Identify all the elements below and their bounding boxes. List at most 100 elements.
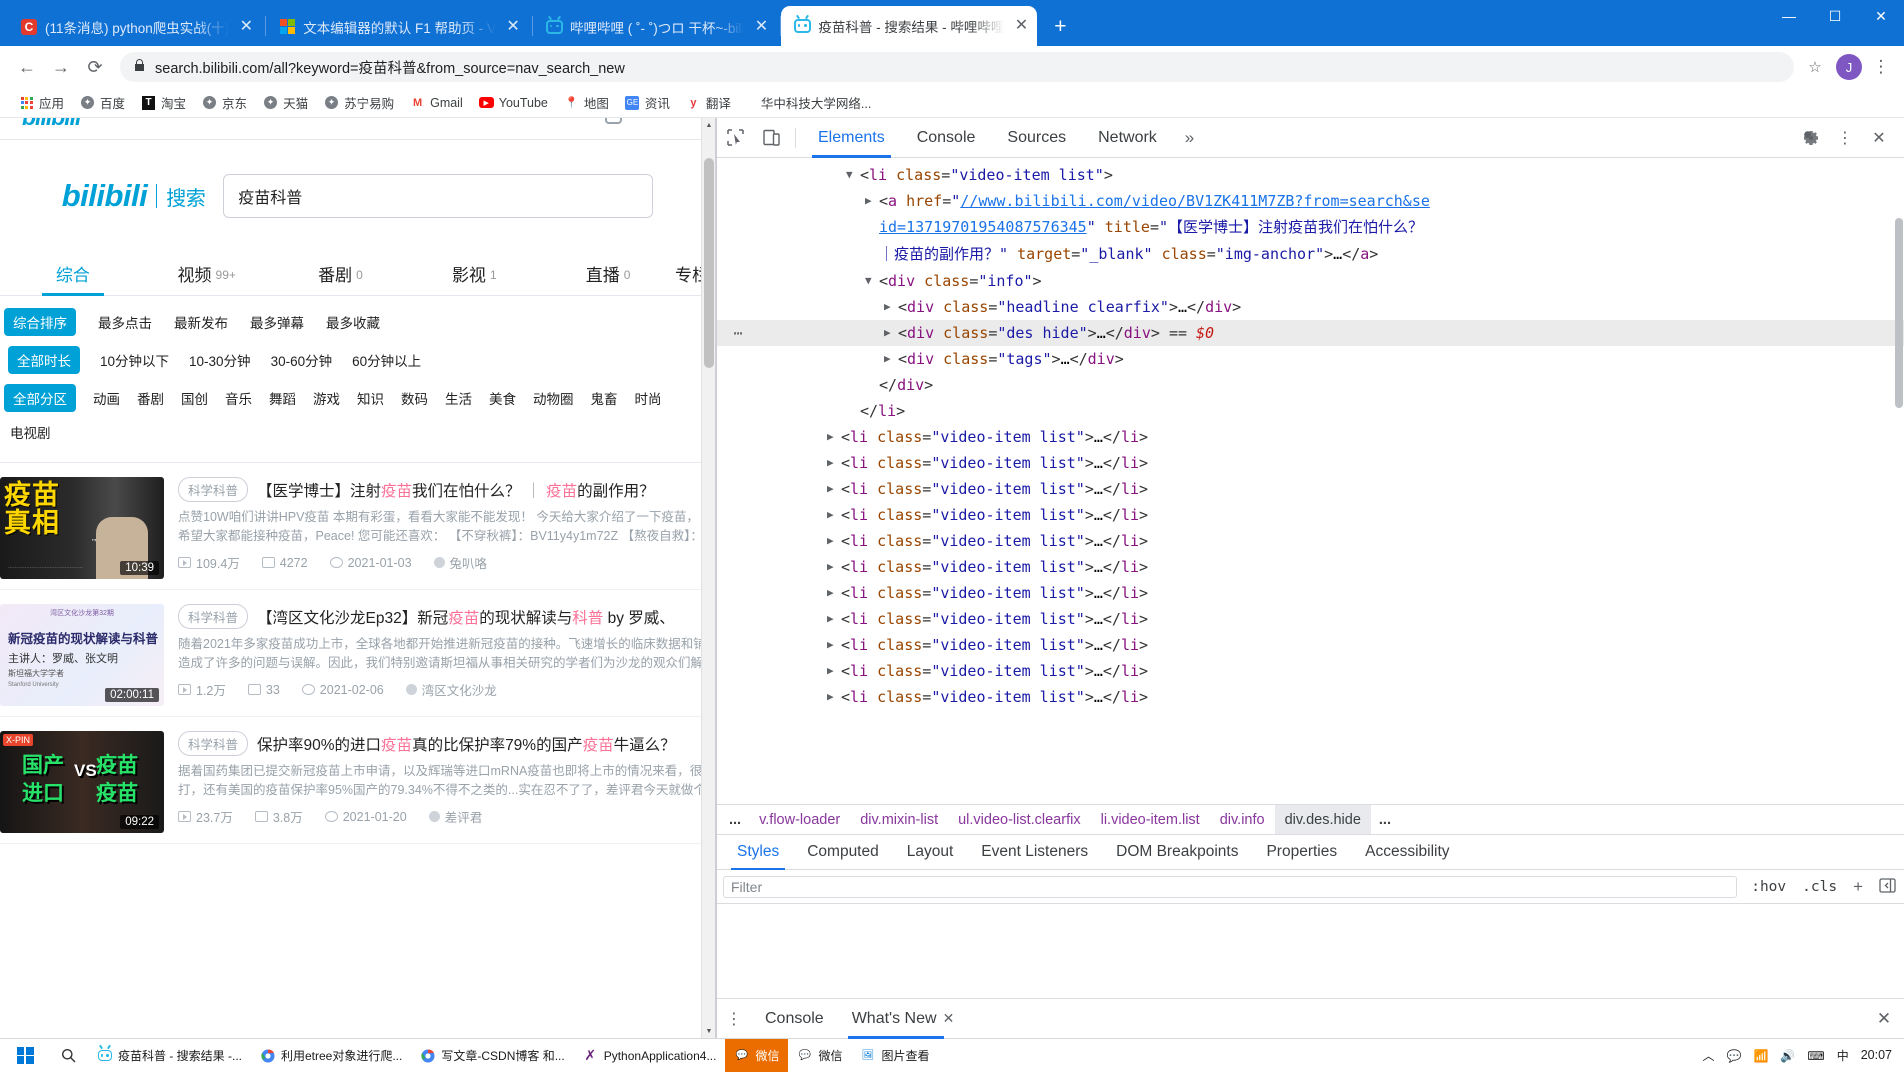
styles-filter-input[interactable]: Filter [723,875,1738,898]
devtools-scrollbar[interactable] [1894,158,1904,804]
new-style-rule-button[interactable]: + [1845,877,1871,897]
disclosure-triangle-icon[interactable]: ▶ [827,554,841,580]
breadcrumb-item-active[interactable]: div.des.hide [1274,805,1371,834]
back-button[interactable]: ← [10,50,44,84]
filter-option[interactable]: 音乐 [225,388,252,408]
dom-line[interactable]: </div> [717,372,1904,398]
bookmark-taobao[interactable]: T 淘宝 [134,90,193,115]
browser-tab-2[interactable]: 文本编辑器的默认 F1 帮助页 - V ✕ [266,7,533,46]
video-thumbnail[interactable]: 湾区文化沙龙第32期 新冠疫苗的现状解读与科普 主讲人：罗威、张文明 斯坦福大学… [0,604,164,706]
dom-line[interactable]: ▶ <li class="video-item list">…</li> [717,684,1904,710]
toggle-sidebar-icon[interactable] [1871,877,1904,896]
video-thumbnail[interactable]: 疫苗真相 "VACCINE" ……………………………………… 10:39 [0,477,164,579]
tab-sources[interactable]: Sources [991,118,1082,158]
tray-expand-icon[interactable]: ︿ [1699,1047,1719,1064]
video-category-tag[interactable]: 科学科普 [178,731,249,756]
video-title[interactable]: 【湾区文化沙龙Ep32】新冠疫苗的现状解读与科普 by 罗威、 [257,606,675,628]
breadcrumb-overflow[interactable]: ... [721,805,749,834]
window-close-button[interactable]: ✕ [1858,0,1904,32]
filter-option[interactable]: 最多弹幕 [250,312,304,332]
filter-option[interactable]: 10-30分钟 [189,350,251,370]
device-toolbar-icon[interactable] [753,118,789,158]
taskbar-item[interactable]: 🖼 图片查看 [851,1039,938,1072]
dom-line[interactable]: ▼ <div class="info"> [717,268,1904,294]
disclosure-triangle-icon[interactable]: ▶ [884,346,898,372]
close-icon[interactable]: ✕ [236,17,256,37]
dom-line[interactable]: ▼ <li class="video-item list"> [717,162,1904,188]
breadcrumb-overflow-right[interactable]: ... [1371,805,1399,834]
filter-option[interactable]: 最新发布 [174,312,228,332]
disclosure-triangle-icon[interactable]: ▶ [827,476,841,502]
drawer-close-icon[interactable]: ✕ [1864,999,1904,1039]
dom-line[interactable]: ▶ <li class="video-item list">…</li> [717,658,1904,684]
video-title[interactable]: 保护率90%的进口疫苗真的比保护率79%的国产疫苗牛逼么？ [257,733,676,755]
meta-uploader[interactable]: 兔叭咯 [433,553,487,572]
disclosure-triangle-icon[interactable]: ▶ [827,424,841,450]
close-icon[interactable]: ✕ [943,1010,955,1027]
tab-network[interactable]: Network [1082,118,1173,158]
bookmark-news[interactable]: GE 资讯 [618,90,677,115]
disclosure-triangle-icon[interactable]: ▶ [827,684,841,710]
close-icon[interactable]: ✕ [751,17,771,37]
filter-option[interactable]: 知识 [357,388,384,408]
gear-icon[interactable] [1794,118,1828,158]
disclosure-triangle-icon[interactable]: ▶ [827,528,841,554]
filter-option[interactable]: 游戏 [313,388,340,408]
taskbar-item[interactable]: ✗ PythonApplication4... [574,1039,726,1072]
forward-button[interactable]: → [44,50,78,84]
filter-option[interactable]: 国创 [181,388,208,408]
page-scrollbar[interactable]: ▲ ▼ [701,118,715,1038]
dom-line[interactable]: ｜疫苗的副作用？" target="_blank" class="img-anc… [717,241,1904,268]
meta-uploader[interactable]: 湾区文化沙龙 [405,680,497,699]
breadcrumb-item[interactable]: ul.video-list.clearfix [948,805,1091,834]
browser-tab-3[interactable]: 哔哩哔哩 ( ˚- ˚)つロ 干杯~-bili ✕ [533,7,782,46]
dom-line[interactable]: ▶ <div class="headline clearfix">…</div> [717,294,1904,320]
scrollbar-thumb[interactable] [1895,218,1903,408]
dom-tree[interactable]: ▼ <li class="video-item list"> ▶ <a href="/… [717,158,1904,804]
dom-line[interactable]: id=13719701954087576345" title="【医学博士】注射… [717,214,1904,241]
disclosure-triangle-icon[interactable]: ▶ [827,606,841,632]
filter-option[interactable]: 动物圈 [533,388,574,408]
breadcrumb-item[interactable]: v.flow-loader [749,805,850,834]
bookmark-youtube[interactable]: ▶ YouTube [472,92,555,113]
dom-line[interactable]: ▶ <a href="//www.bilibili.com/video/BV1ZK… [717,188,1904,214]
disclosure-triangle-icon[interactable]: ▼ [865,268,879,294]
drawer-tab-console[interactable]: Console [751,999,838,1039]
dom-line[interactable]: </li> [717,398,1904,424]
bookmark-apps[interactable]: 应用 [12,90,71,115]
bookmark-hust[interactable]: 华中科技大学网络... [754,90,878,115]
scroll-down-icon[interactable]: ▼ [702,1024,715,1038]
taskbar-item-active[interactable]: 💬 微信 [725,1038,789,1072]
dom-line[interactable]: ▶ <div class="tags">…</div> [717,346,1904,372]
drawer-tab-whats-new[interactable]: What's New ✕ [838,999,969,1039]
more-tabs-icon[interactable]: » [1173,128,1206,148]
filter-pill-duration[interactable]: 全部时长 [8,346,80,374]
scroll-up-icon[interactable]: ▲ [702,118,715,132]
disclosure-triangle-icon[interactable]: ▶ [884,294,898,320]
new-tab-button[interactable]: + [1045,12,1075,42]
minimize-button[interactable]: — [1766,0,1812,32]
tab-dom-breakpoints[interactable]: DOM Breakpoints [1102,834,1252,870]
breadcrumb-item[interactable]: div.mixin-list [850,805,948,834]
filter-option[interactable]: 30-60分钟 [271,350,333,370]
filter-option[interactable]: 生活 [445,388,472,408]
dom-line[interactable]: ▶ <li class="video-item list">…</li> [717,502,1904,528]
taskbar-item[interactable]: 写文章-CSDN博客 和... [411,1039,573,1072]
disclosure-triangle-icon[interactable]: ▶ [827,450,841,476]
dom-line[interactable]: ▶ <li class="video-item list">…</li> [717,424,1904,450]
kebab-menu-icon[interactable]: ⋮ [1868,52,1894,82]
bilibili-wordmark[interactable]: bilibili 搜索 [62,178,206,214]
breadcrumb-item[interactable]: div.info [1210,805,1275,834]
video-category-tag[interactable]: 科学科普 [178,604,249,629]
bilibili-header-avatar-icon[interactable] [605,118,627,128]
filter-pill-sort[interactable]: 综合排序 [4,308,76,336]
browser-tab-1[interactable]: C (11条消息) python爬虫实战(十) ✕ [8,7,267,46]
filter-option[interactable]: 动画 [93,388,120,408]
reload-button[interactable]: ⟳ [78,50,112,84]
dom-line[interactable]: ▶ <li class="video-item list">…</li> [717,554,1904,580]
scrollbar-thumb[interactable] [704,158,714,368]
tab-video[interactable]: 视频 99+ [140,261,274,295]
filter-option[interactable]: 鬼畜 [591,388,618,408]
filter-option[interactable]: 10分钟以下 [100,350,169,370]
dom-line[interactable]: ▶ <li class="video-item list">…</li> [717,632,1904,658]
